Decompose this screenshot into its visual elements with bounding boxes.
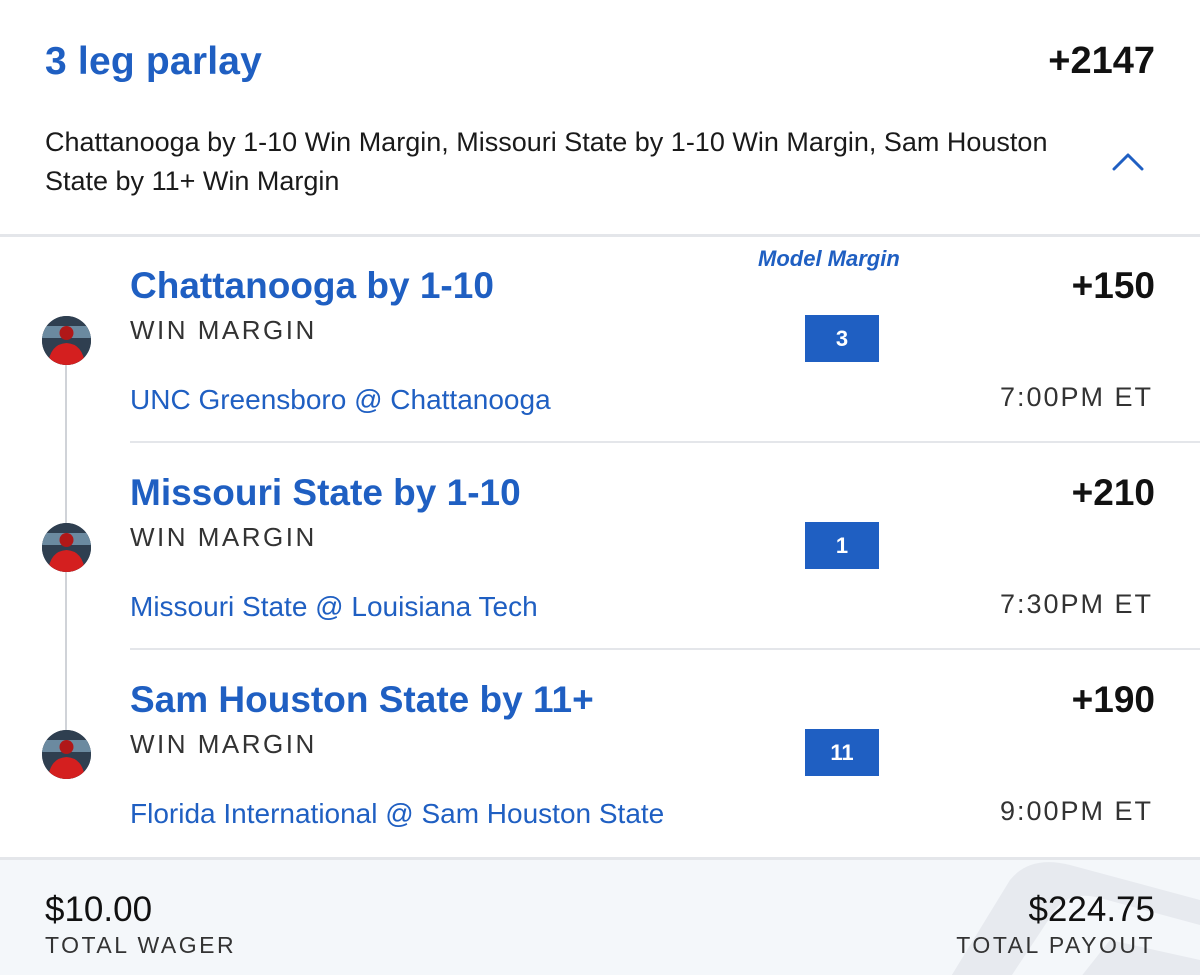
player-avatar-icon [42, 730, 91, 779]
leg-odds: +150 [1071, 265, 1155, 306]
leg-game-link[interactable]: Missouri State @ Louisiana Tech [130, 591, 538, 623]
leg-game-link[interactable]: UNC Greensboro @ Chattanooga [130, 384, 551, 416]
model-margin-badge: 11 [805, 729, 879, 776]
leg-time: 7:30PM ET [999, 589, 1153, 619]
leg-item-3[interactable]: Sam Houston State by 11+ WIN MARGIN +190… [0, 651, 1200, 858]
total-wager-amount: $10.00 [45, 890, 153, 929]
parlay-header[interactable]: 3 leg parlay +2147 Chattanooga by 1-10 W… [0, 0, 1200, 235]
leg-time: 7:00PM ET [999, 382, 1153, 412]
leg-divider [130, 441, 1200, 443]
model-margin-badge: 1 [805, 522, 879, 569]
leg-item-1[interactable]: Chattanooga by 1-10 WIN MARGIN +150 3 UN… [0, 237, 1200, 444]
leg-market: WIN MARGIN [130, 729, 317, 759]
leg-odds: +190 [1071, 679, 1155, 720]
player-avatar-icon [42, 523, 91, 572]
leg-game-link[interactable]: Florida International @ Sam Houston Stat… [130, 798, 664, 830]
model-margin-badge: 3 [805, 315, 879, 362]
leg-market: WIN MARGIN [130, 522, 317, 552]
leg-title: Chattanooga by 1-10 [130, 265, 494, 306]
leg-divider [130, 648, 1200, 650]
leg-title: Sam Houston State by 11+ [130, 679, 594, 720]
player-avatar-icon [42, 316, 91, 365]
chevron-up-icon[interactable] [1108, 145, 1148, 177]
parlay-odds: +2147 [1048, 40, 1155, 82]
leg-item-2[interactable]: Missouri State by 1-10 WIN MARGIN +210 1… [0, 444, 1200, 651]
parlay-title: 3 leg parlay [45, 40, 263, 83]
parlay-footer: $10.00 TOTAL WAGER $224.75 TOTAL PAYOUT [0, 857, 1200, 975]
leg-market: WIN MARGIN [130, 315, 317, 345]
leg-title: Missouri State by 1-10 [130, 472, 521, 513]
leg-time: 9:00PM ET [999, 796, 1153, 826]
leg-odds: +210 [1071, 472, 1155, 513]
parlay-summary: Chattanooga by 1-10 Win Margin, Missouri… [45, 127, 1048, 196]
total-wager-label: TOTAL WAGER [45, 932, 237, 958]
total-payout-label: TOTAL PAYOUT [956, 932, 1155, 958]
total-payout-amount: $224.75 [1028, 890, 1155, 929]
